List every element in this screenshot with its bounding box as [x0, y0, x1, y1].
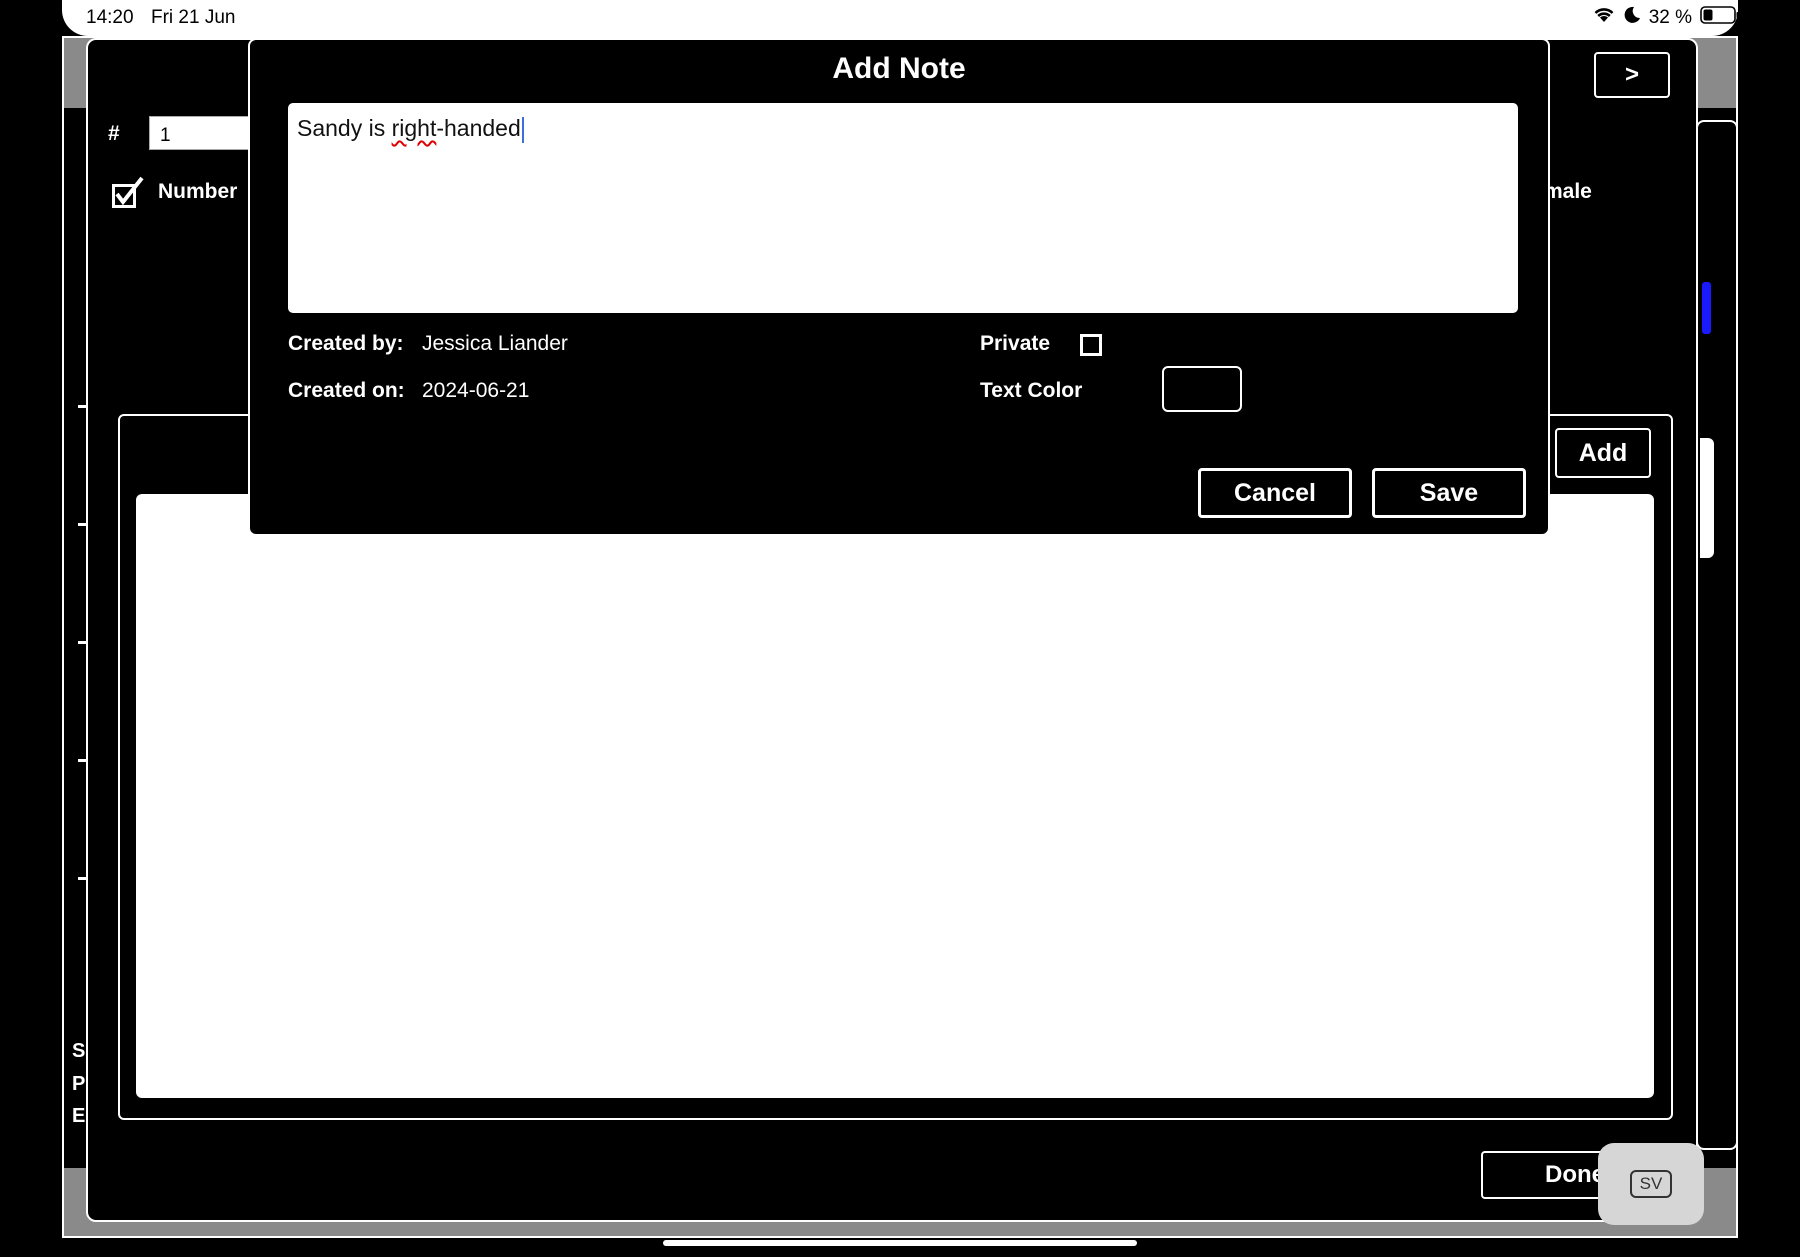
left-letter-s: S [72, 1040, 86, 1062]
cancel-button[interactable]: Cancel [1198, 468, 1352, 518]
gender-male-label: male [1544, 180, 1592, 203]
moon-icon [1623, 6, 1641, 30]
note-text-misspelled: right [391, 115, 437, 141]
left-letter-e: E [72, 1105, 86, 1127]
status-date: Fri 21 Jun [151, 7, 236, 28]
text-color-label: Text Color [980, 379, 1083, 402]
next-button[interactable]: > [1594, 52, 1670, 98]
number-input[interactable]: 1 [149, 116, 249, 150]
side-panel-highlight [1702, 282, 1711, 334]
keyboard-language-button[interactable]: SV [1598, 1143, 1704, 1225]
wifi-icon [1593, 6, 1615, 30]
left-letter-p: P [72, 1073, 86, 1095]
side-panel-field [1700, 438, 1714, 558]
text-color-swatch[interactable] [1162, 366, 1242, 412]
dialog-title: Add Note [832, 52, 966, 85]
number-label: Number [158, 180, 238, 203]
home-indicator[interactable] [663, 1240, 1137, 1246]
created-by-value: Jessica Liander [422, 332, 568, 355]
private-label: Private [980, 332, 1051, 355]
note-text-end: -handed [436, 115, 521, 141]
side-panel [1696, 120, 1738, 1150]
number-hash-label: # [108, 122, 120, 145]
status-bar [62, 0, 1738, 36]
status-indicators: 32 % [1593, 5, 1740, 31]
private-checkbox[interactable] [1080, 334, 1102, 356]
save-button[interactable]: Save [1372, 468, 1526, 518]
sv-badge: SV [1629, 1170, 1673, 1198]
add-note-button[interactable]: Add [1555, 428, 1651, 478]
text-cursor [521, 116, 524, 143]
created-on-label: Created on: [288, 379, 405, 402]
note-textarea[interactable]: Sandy is right-handed [288, 103, 1518, 313]
created-on-value: 2024-06-21 [422, 379, 530, 402]
note-text-start: Sandy is [297, 115, 392, 141]
battery-icon [1700, 5, 1740, 31]
battery-percent: 32 % [1648, 7, 1692, 28]
notes-list[interactable] [136, 494, 1654, 1098]
checkmark-icon[interactable] [110, 176, 144, 208]
created-by-label: Created by: [288, 332, 404, 355]
status-time: 14:20 [86, 7, 134, 28]
